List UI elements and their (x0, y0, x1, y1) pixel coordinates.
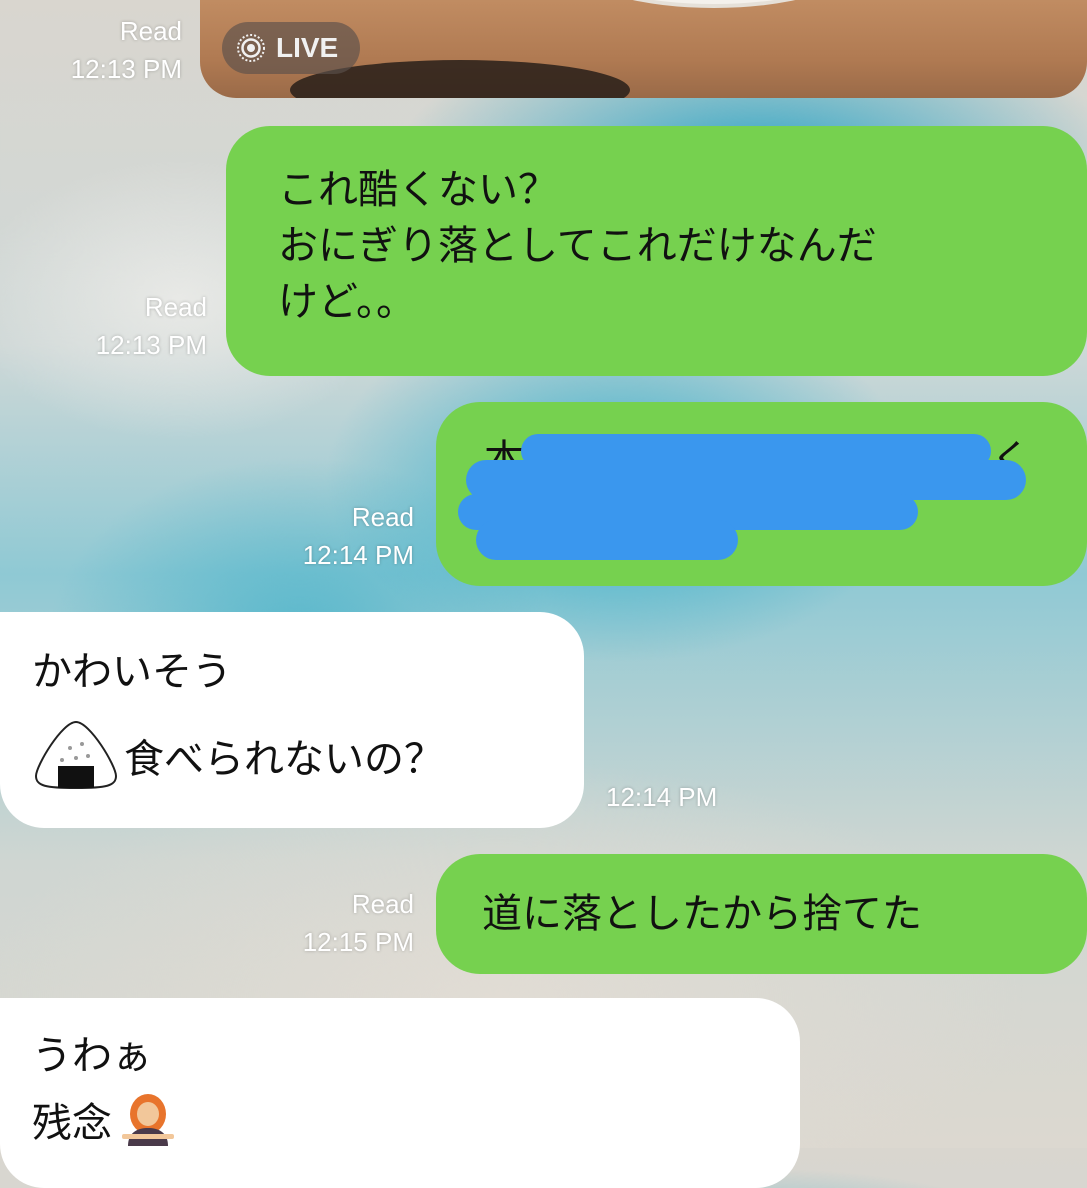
read-receipt: Read (351, 502, 414, 532)
read-receipt: Read (351, 889, 414, 919)
timestamp: 12:14 PM (302, 540, 414, 570)
timestamp: 12:15 PM (302, 927, 414, 957)
woman-shrugging-emoji-icon (120, 1090, 176, 1161)
message-text-line: うわぁ (32, 1033, 152, 1079)
incoming-message-bubble[interactable]: かわいそう 食べられないの？ (0, 612, 584, 828)
outgoing-message-bubble[interactable]: 道に落としたから捨てた (436, 854, 1087, 974)
message-meta: Read 12:15 PM (303, 885, 414, 961)
incoming-message-bubble[interactable]: うわぁ 残念 (0, 998, 800, 1188)
read-receipt: Read (119, 16, 182, 46)
message-meta: Read 12:13 PM (96, 288, 207, 364)
message-text-line: おにぎり落としてこれだけなんだ (278, 223, 877, 269)
message-meta: 12:14 PM (606, 778, 717, 816)
chat-screen: { "top_photo": { "badge": "LIVE" }, "mes… (0, 0, 1087, 1188)
message-text: 食べられないの？ (124, 736, 444, 783)
timestamp: 12:14 PM (606, 782, 718, 812)
message-text-line-with-emoji: 食べられないの？ (32, 718, 564, 805)
timestamp: 12:13 PM (70, 54, 182, 84)
outgoing-message-bubble[interactable]: 本 く (436, 402, 1087, 586)
message-text: 残念 (32, 1100, 112, 1147)
onigiri-emoji-icon (32, 718, 120, 805)
redaction-scribble (476, 520, 738, 560)
message-text-line: けど。。 (278, 279, 416, 325)
message-meta: Read 12:13 PM (71, 12, 182, 88)
message-meta: Read 12:14 PM (303, 498, 414, 574)
plate-image-detail (580, 0, 848, 8)
live-label: LIVE (276, 32, 339, 63)
live-photo-badge[interactable]: LIVE (222, 22, 361, 74)
message-text-line: これ酷くない？ (278, 167, 558, 213)
timestamp: 12:13 PM (95, 330, 207, 360)
message-text-line-with-emoji: 残念 (32, 1090, 780, 1161)
message-text-line: 道に落としたから捨てた (482, 891, 922, 937)
outgoing-message-bubble[interactable]: これ酷くない？ おにぎり落としてこれだけなんだ けど。。 (226, 126, 1087, 376)
live-photo-icon (236, 33, 266, 63)
message-text-line: かわいそう (32, 649, 232, 695)
read-receipt: Read (144, 292, 207, 322)
